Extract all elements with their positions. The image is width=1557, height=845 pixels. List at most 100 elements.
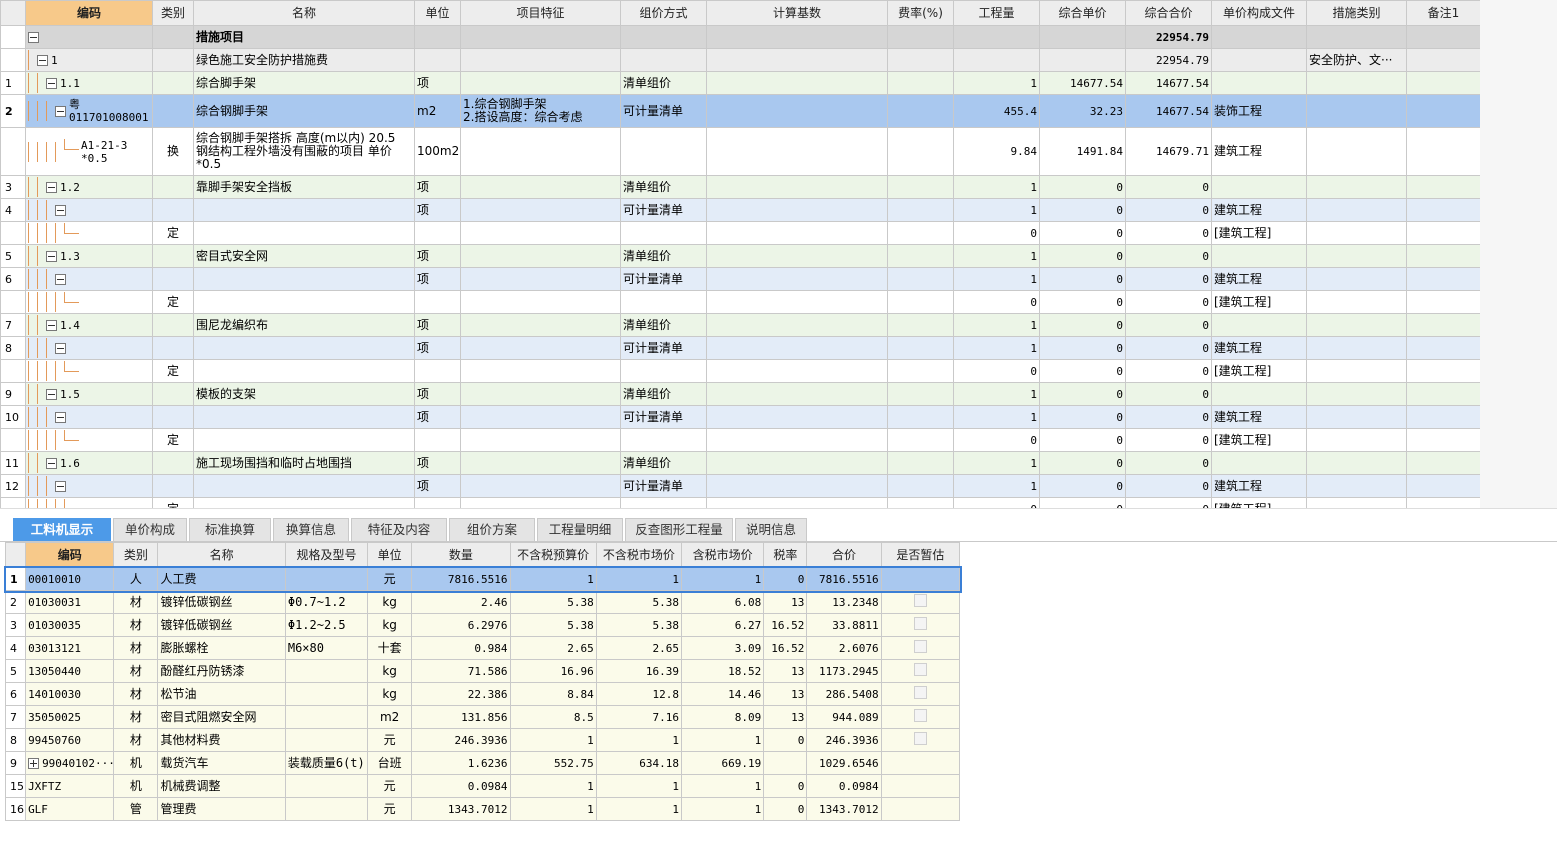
tab-2[interactable]: 单价构成 <box>113 518 187 541</box>
feature-cell[interactable] <box>460 382 621 406</box>
type-cell[interactable] <box>152 48 194 72</box>
unit-cell[interactable]: kg <box>367 682 413 706</box>
feature-cell[interactable] <box>460 267 621 291</box>
row-number[interactable]: 1 <box>0 71 26 95</box>
total-cell[interactable]: 33.8811 <box>806 613 882 637</box>
unit-cell[interactable]: 元 <box>367 728 413 752</box>
measure-cell[interactable] <box>1306 127 1407 176</box>
type-cell[interactable]: 机 <box>113 751 159 775</box>
method-cell[interactable]: 清单组价 <box>620 175 707 199</box>
code-cell[interactable]: 1.2 <box>25 175 153 199</box>
rate-cell[interactable] <box>887 497 954 508</box>
file-cell[interactable] <box>1211 451 1307 475</box>
base-cell[interactable] <box>706 175 888 199</box>
total-cell[interactable]: 246.3936 <box>806 728 882 752</box>
table-row[interactable]: 5 1.3 密目式安全网项清单组价 1 0 0 <box>0 244 1480 268</box>
code-cell[interactable]: 99450760 <box>25 728 115 752</box>
taxmkt-cell[interactable]: 1 <box>681 797 765 821</box>
method-cell[interactable] <box>620 127 707 176</box>
price-cell[interactable] <box>1039 25 1126 49</box>
measure-cell[interactable] <box>1306 221 1407 245</box>
price-cell[interactable]: 1491.84 <box>1039 127 1126 176</box>
type-cell[interactable]: 材 <box>113 682 159 706</box>
tax-cell[interactable]: 13 <box>763 705 808 729</box>
qty-cell[interactable]: 2.46 <box>411 590 511 614</box>
feature-cell[interactable] <box>460 290 621 314</box>
note-cell[interactable] <box>1406 382 1480 406</box>
base-cell[interactable] <box>706 451 888 475</box>
pre-cell[interactable]: 552.75 <box>509 751 597 775</box>
table-row[interactable]: A1-21-3 *0.5 换综合钢脚手架搭拆 高度(m以内) 20.5 钢结构工程外墙… <box>0 127 1480 176</box>
method-cell[interactable]: 可计量清单 <box>620 267 707 291</box>
name-cell[interactable] <box>193 497 415 508</box>
row-number[interactable]: 9 <box>4 751 27 775</box>
note-cell[interactable] <box>1406 94 1480 128</box>
name-cell[interactable]: 管理费 <box>157 797 286 821</box>
table-row[interactable]: 4 项可计量清单 1 0 0 建筑工程 <box>0 198 1480 222</box>
qty-cell[interactable]: 1 <box>953 267 1040 291</box>
total-cell[interactable]: 14677.54 <box>1125 71 1212 95</box>
file-cell[interactable] <box>1211 48 1307 72</box>
measure-cell[interactable] <box>1306 428 1407 452</box>
column-header[interactable]: 名称 <box>157 542 286 568</box>
provisional-checkbox[interactable] <box>913 732 927 745</box>
collapse-toggle-icon[interactable] <box>55 204 66 216</box>
table-row[interactable]: 定000[建筑工程] <box>0 290 1480 314</box>
code-cell[interactable]: GLF <box>25 797 115 821</box>
column-header[interactable]: 编码 <box>25 0 153 26</box>
spec-cell[interactable]: Φ1.2~2.5 <box>284 613 369 637</box>
name-cell[interactable]: 靠脚手架安全挡板 <box>193 175 415 199</box>
measure-cell[interactable] <box>1306 474 1407 498</box>
row-number[interactable]: 6 <box>4 682 27 706</box>
measure-cell[interactable] <box>1306 497 1407 508</box>
unit-cell[interactable]: m2 <box>414 94 461 128</box>
unit-cell[interactable]: 项 <box>414 451 461 475</box>
row-number[interactable] <box>0 127 26 176</box>
unit-cell[interactable]: 十套 <box>367 636 413 660</box>
name-cell[interactable]: 密目式阻燃安全网 <box>157 705 286 729</box>
base-cell[interactable] <box>706 336 888 360</box>
collapse-toggle-icon[interactable] <box>28 32 39 43</box>
name-cell[interactable] <box>193 221 415 245</box>
vertical-scrollbar[interactable] <box>1480 0 1557 508</box>
qty-cell[interactable]: 7816.5516 <box>411 567 511 591</box>
qty-cell[interactable] <box>953 25 1040 49</box>
column-header[interactable]: 合价 <box>806 542 882 568</box>
column-header[interactable]: 是否暂估 <box>880 542 961 568</box>
code-cell[interactable]: 01030035 <box>25 613 115 637</box>
tax-cell[interactable] <box>763 751 808 775</box>
table-row[interactable]: 定000[建筑工程] <box>0 359 1480 383</box>
spec-cell[interactable] <box>284 682 369 706</box>
type-cell[interactable]: 材 <box>113 613 159 637</box>
method-cell[interactable]: 清单组价 <box>620 382 707 406</box>
column-header[interactable]: 类别 <box>152 0 194 26</box>
spec-cell[interactable]: M6×80 <box>284 636 369 660</box>
code-cell[interactable] <box>25 474 153 498</box>
table-row[interactable]: 9 1.5 模板的支架项清单组价 1 0 0 <box>0 382 1480 406</box>
mkt-cell[interactable]: 1 <box>595 567 683 591</box>
pre-cell[interactable]: 1 <box>509 774 597 798</box>
price-cell[interactable]: 0 <box>1039 359 1126 383</box>
note-cell[interactable] <box>1406 25 1480 49</box>
tax-cell[interactable]: 13 <box>763 590 808 614</box>
file-cell[interactable] <box>1211 244 1307 268</box>
row-number[interactable]: 4 <box>4 636 27 660</box>
expand-toggle-icon[interactable] <box>28 758 40 769</box>
pre-cell[interactable]: 2.65 <box>509 636 597 660</box>
price-cell[interactable]: 0 <box>1039 428 1126 452</box>
code-cell[interactable]: 03013121 <box>25 636 115 660</box>
feature-cell[interactable] <box>460 336 621 360</box>
type-cell[interactable]: 定 <box>152 290 194 314</box>
taxmkt-cell[interactable]: 1 <box>681 567 765 591</box>
unit-cell[interactable]: 元 <box>367 774 413 798</box>
note-cell[interactable] <box>1406 474 1480 498</box>
row-number[interactable]: 3 <box>4 613 27 637</box>
provisional-cell[interactable] <box>880 682 961 706</box>
name-cell[interactable]: 模板的支架 <box>193 382 415 406</box>
name-cell[interactable] <box>193 336 415 360</box>
table-row[interactable]: 定000[建筑工程] <box>0 221 1480 245</box>
table-row[interactable]: 6 项可计量清单 1 0 0 建筑工程 <box>0 267 1480 291</box>
price-cell[interactable]: 0 <box>1039 405 1126 429</box>
taxmkt-cell[interactable]: 6.08 <box>681 590 765 614</box>
base-cell[interactable] <box>706 405 888 429</box>
